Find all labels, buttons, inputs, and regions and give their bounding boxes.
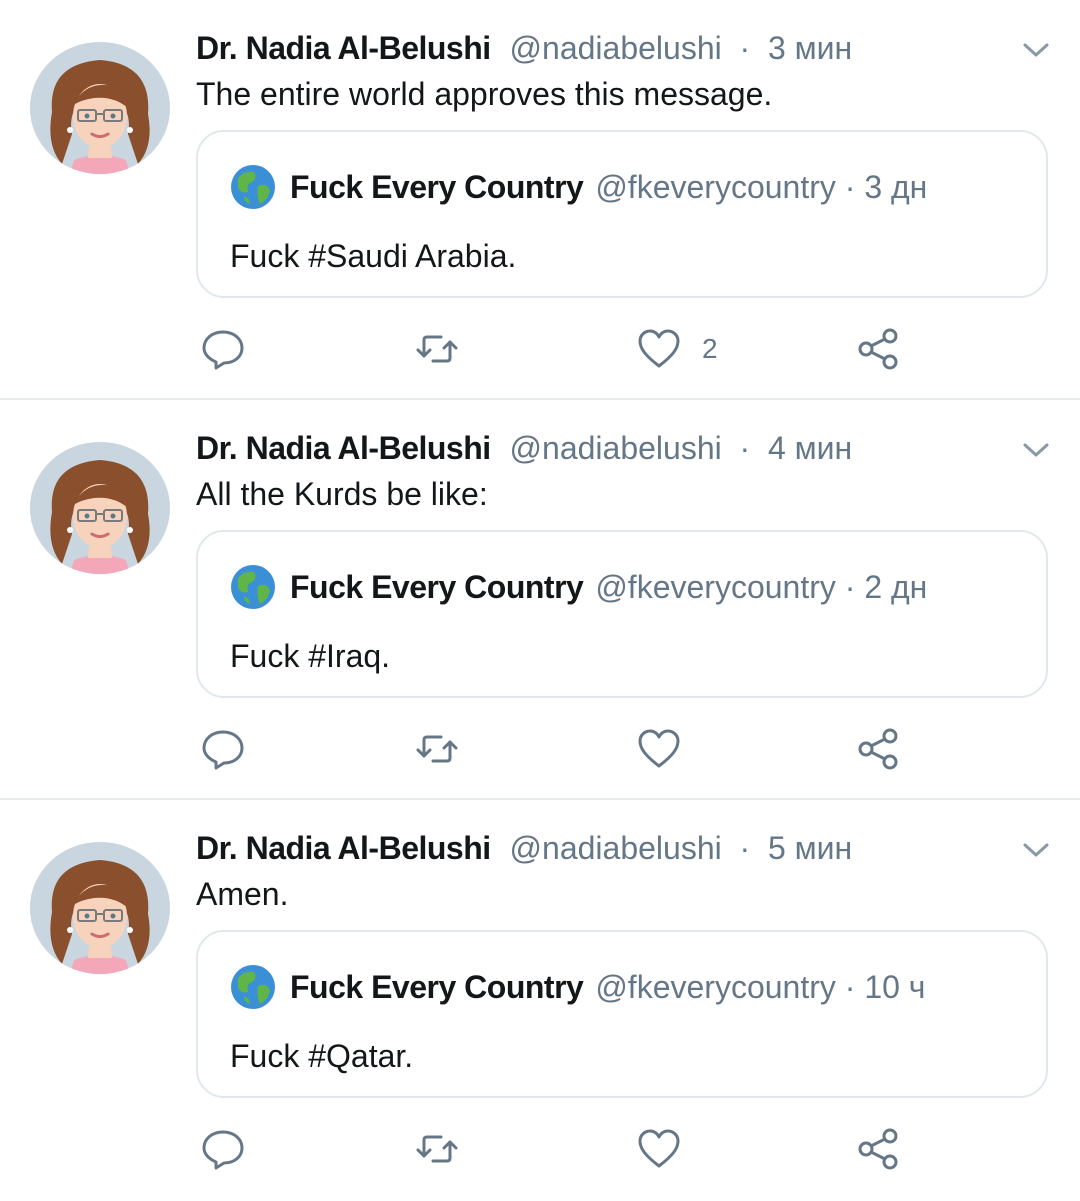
quoted-tweet-header: Fuck Every Country @fkeverycountry · 10 … bbox=[230, 964, 925, 1010]
tweet[interactable]: Dr. Nadia Al-Belushi @nadiabelushi · 5 м… bbox=[0, 800, 1080, 1200]
avatar[interactable] bbox=[30, 442, 170, 574]
quoted-author-handle[interactable]: @fkeverycountry bbox=[595, 165, 836, 209]
quoted-timestamp: 2 дн bbox=[864, 569, 928, 605]
separator-dot: · bbox=[730, 830, 760, 866]
quoted-tweet[interactable]: Fuck Every Country @fkeverycountry · 2 д… bbox=[196, 530, 1048, 698]
quoted-author-name[interactable]: Fuck Every Country bbox=[290, 965, 584, 1009]
reply-icon bbox=[202, 330, 244, 370]
retweet-icon bbox=[416, 1135, 458, 1163]
retweet-icon bbox=[416, 735, 458, 763]
retweet-button[interactable] bbox=[414, 726, 460, 772]
like-button[interactable] bbox=[636, 726, 702, 772]
quoted-tweet-text: Fuck #Iraq. bbox=[230, 638, 391, 674]
quoted-author-name[interactable]: Fuck Every Country bbox=[290, 165, 584, 209]
quoted-tweet[interactable]: Fuck Every Country @fkeverycountry · 10 … bbox=[196, 930, 1048, 1098]
share-button[interactable] bbox=[856, 726, 902, 772]
quoted-tweet[interactable]: Fuck Every Country @fkeverycountry · 3 д… bbox=[196, 130, 1048, 298]
tweet-text: All the Kurds be like: bbox=[196, 476, 488, 512]
quoted-tweet-header: Fuck Every Country @fkeverycountry · 2 д… bbox=[230, 564, 927, 610]
globe-icon bbox=[231, 965, 275, 1009]
share-icon bbox=[858, 728, 898, 770]
tweet[interactable]: Dr. Nadia Al-Belushi @nadiabelushi · 3 м… bbox=[0, 0, 1080, 400]
tweet[interactable]: Dr. Nadia Al-Belushi @nadiabelushi · 4 м… bbox=[0, 400, 1080, 800]
quoted-author-name[interactable]: Fuck Every Country bbox=[290, 565, 584, 609]
tweet-header: Dr. Nadia Al-Belushi @nadiabelushi · 3 м… bbox=[196, 28, 852, 68]
retweet-button[interactable] bbox=[414, 1126, 460, 1172]
author-name[interactable]: Dr. Nadia Al-Belushi bbox=[196, 430, 491, 466]
separator-dot: · bbox=[835, 569, 865, 605]
like-count: 2 bbox=[702, 333, 718, 364]
tweet-header: Dr. Nadia Al-Belushi @nadiabelushi · 5 м… bbox=[196, 828, 852, 868]
quoted-timestamp: 3 дн bbox=[864, 169, 928, 205]
author-name[interactable]: Dr. Nadia Al-Belushi bbox=[196, 830, 491, 866]
share-icon bbox=[858, 328, 898, 370]
globe-icon bbox=[231, 165, 275, 209]
quoted-tweet-text: Fuck #Qatar. bbox=[230, 1038, 414, 1074]
like-button[interactable] bbox=[636, 1126, 702, 1172]
reply-icon bbox=[202, 730, 244, 770]
quoted-tweet-text: Fuck #Saudi Arabia. bbox=[230, 238, 517, 274]
retweet-icon bbox=[416, 335, 458, 363]
separator-dot: · bbox=[835, 969, 865, 1005]
avatar[interactable] bbox=[30, 42, 170, 174]
author-handle[interactable]: @nadiabelushi bbox=[510, 30, 722, 66]
reply-button[interactable] bbox=[200, 726, 246, 772]
heart-icon bbox=[638, 329, 680, 368]
timestamp[interactable]: 3 мин bbox=[768, 30, 852, 66]
retweet-button[interactable] bbox=[414, 326, 460, 372]
like-button[interactable]: 2 bbox=[636, 326, 718, 372]
reply-icon bbox=[202, 1130, 244, 1170]
tweet-text: The entire world approves this message. bbox=[196, 76, 773, 112]
heart-icon bbox=[638, 1129, 680, 1168]
avatar[interactable] bbox=[30, 842, 170, 974]
share-button[interactable] bbox=[856, 1126, 902, 1172]
quoted-author-handle[interactable]: @fkeverycountry bbox=[595, 565, 836, 609]
share-icon bbox=[858, 1128, 898, 1170]
reply-button[interactable] bbox=[200, 326, 246, 372]
tweet-header: Dr. Nadia Al-Belushi @nadiabelushi · 4 м… bbox=[196, 428, 852, 468]
timestamp[interactable]: 4 мин bbox=[768, 430, 852, 466]
separator-dot: · bbox=[730, 430, 760, 466]
timeline: Dr. Nadia Al-Belushi @nadiabelushi · 3 м… bbox=[0, 0, 1080, 1200]
author-handle[interactable]: @nadiabelushi bbox=[510, 430, 722, 466]
chevron-down-icon[interactable] bbox=[1022, 840, 1050, 860]
chevron-down-icon[interactable] bbox=[1022, 40, 1050, 60]
separator-dot: · bbox=[835, 169, 865, 205]
quoted-author-handle[interactable]: @fkeverycountry bbox=[595, 965, 836, 1009]
quoted-tweet-header: Fuck Every Country @fkeverycountry · 3 д… bbox=[230, 164, 927, 210]
author-handle[interactable]: @nadiabelushi bbox=[510, 830, 722, 866]
reply-button[interactable] bbox=[200, 1126, 246, 1172]
separator-dot: · bbox=[730, 30, 760, 66]
chevron-down-icon[interactable] bbox=[1022, 440, 1050, 460]
quoted-timestamp: 10 ч bbox=[864, 969, 926, 1005]
tweet-text: Amen. bbox=[196, 876, 289, 912]
timestamp[interactable]: 5 мин bbox=[768, 830, 852, 866]
share-button[interactable] bbox=[856, 326, 902, 372]
globe-icon bbox=[231, 565, 275, 609]
author-name[interactable]: Dr. Nadia Al-Belushi bbox=[196, 30, 491, 66]
heart-icon bbox=[638, 729, 680, 768]
